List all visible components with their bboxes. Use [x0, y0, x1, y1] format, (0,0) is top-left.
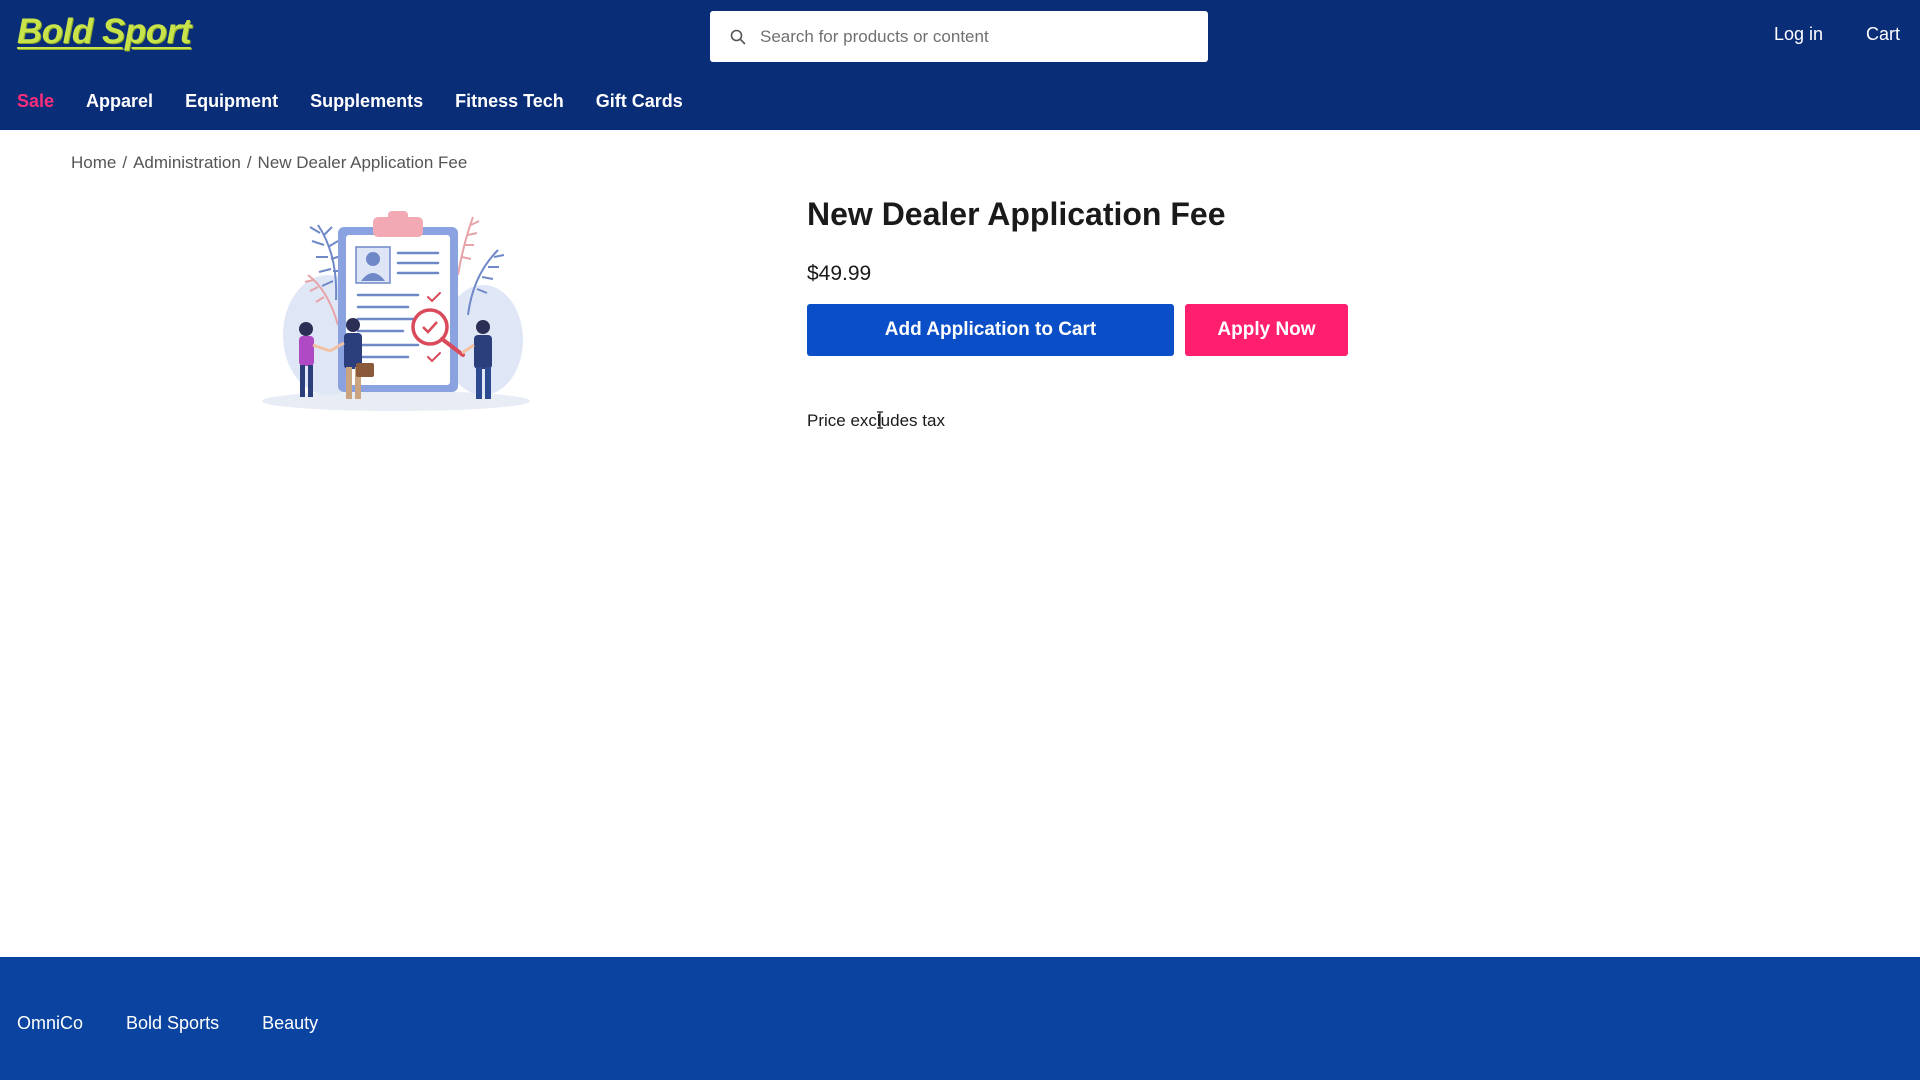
- search-icon: [730, 29, 746, 45]
- nav-item-sale[interactable]: Sale: [17, 91, 54, 112]
- footer-link-bold-sports[interactable]: Bold Sports: [126, 1013, 219, 1034]
- nav-item-fitness-tech[interactable]: Fitness Tech: [455, 91, 564, 112]
- apply-now-button[interactable]: Apply Now: [1185, 304, 1348, 356]
- breadcrumb: Home / Administration / New Dealer Appli…: [71, 153, 467, 173]
- nav-item-supplements[interactable]: Supplements: [310, 91, 423, 112]
- search-input[interactable]: [760, 21, 1180, 52]
- footer-links: OmniCo Bold Sports Beauty: [17, 1013, 318, 1034]
- product-image: [258, 205, 534, 415]
- footer-link-omnico[interactable]: OmniCo: [17, 1013, 83, 1034]
- login-link[interactable]: Log in: [1774, 24, 1823, 45]
- nav-item-equipment[interactable]: Equipment: [185, 91, 278, 112]
- breadcrumb-home[interactable]: Home: [71, 153, 116, 173]
- add-to-cart-button[interactable]: Add Application to Cart: [807, 304, 1174, 356]
- product-title: New Dealer Application Fee: [807, 196, 1226, 232]
- breadcrumb-separator: /: [122, 153, 128, 172]
- breadcrumb-current: New Dealer Application Fee: [257, 153, 468, 172]
- search-bar[interactable]: [710, 11, 1208, 62]
- product-price: $49.99: [807, 262, 872, 285]
- nav-item-apparel[interactable]: Apparel: [86, 91, 153, 112]
- text-cursor-icon: [876, 411, 884, 429]
- cart-link[interactable]: Cart: [1866, 24, 1900, 45]
- main-nav: Sale Apparel Equipment Supplements Fitne…: [17, 91, 683, 112]
- breadcrumb-administration[interactable]: Administration: [133, 153, 241, 173]
- header-links: Log in Cart: [1774, 24, 1900, 45]
- footer-link-beauty[interactable]: Beauty: [262, 1013, 318, 1034]
- nav-item-gift-cards[interactable]: Gift Cards: [596, 91, 683, 112]
- site-header: Bold Sport Log in Cart Sale Apparel Equi…: [0, 0, 1920, 130]
- site-footer: OmniCo Bold Sports Beauty: [0, 957, 1920, 1080]
- brand-logo[interactable]: Bold Sport: [17, 12, 191, 52]
- breadcrumb-separator: /: [246, 153, 252, 172]
